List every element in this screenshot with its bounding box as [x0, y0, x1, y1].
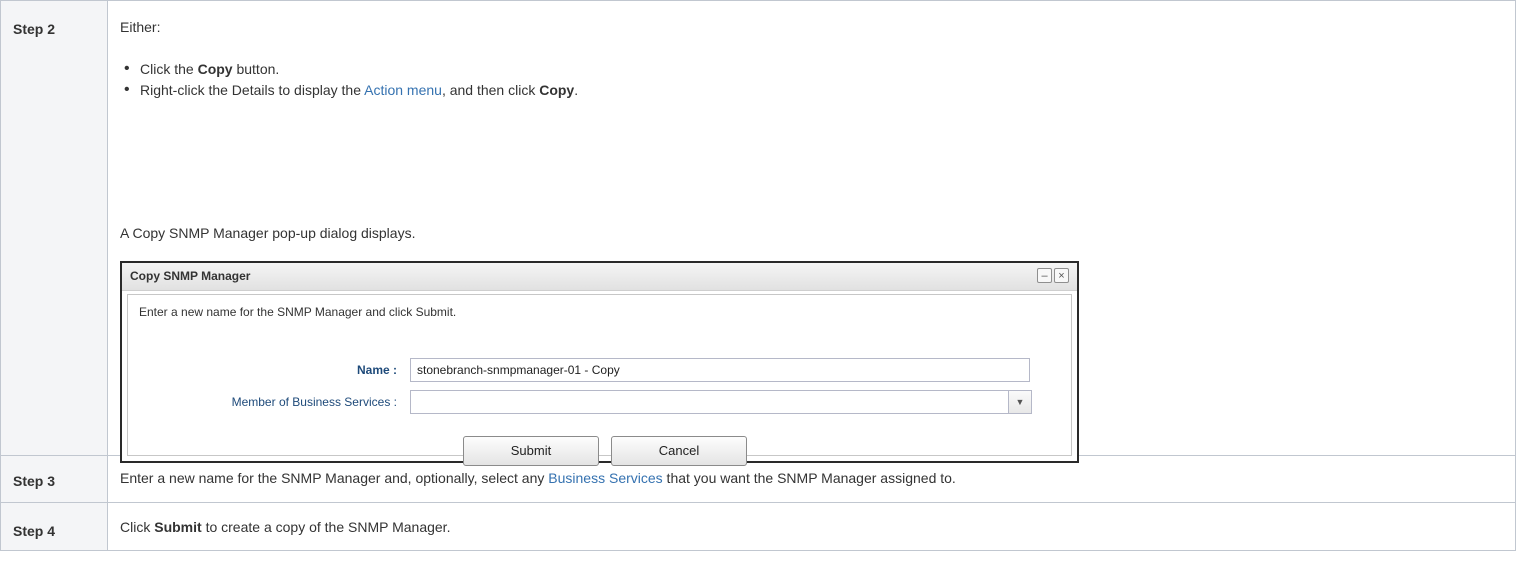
list-item: Click the Copy button. [124, 58, 578, 80]
bullet-text: Click the [140, 61, 198, 77]
chevron-down-icon[interactable]: ▼ [1008, 391, 1031, 413]
member-of-business-services-label: Member of Business Services : [231, 395, 397, 409]
dialog-window-controls: – × [1037, 268, 1069, 283]
bullet-text: button. [232, 61, 280, 77]
step-text-part: that you want the SNMP Manager assigned … [662, 470, 956, 486]
bullet-bold-text: Copy [539, 82, 575, 98]
step-body: Click Submit to create a copy of the SNM… [107, 502, 1516, 551]
dialog-instruction: Enter a new name for the SNMP Manager an… [139, 305, 457, 319]
step-label: Step 4 [0, 502, 108, 551]
step-bullet-list: Click the Copy button. Right-click the D… [120, 58, 579, 101]
copy-dialog-screenshot: Copy SNMP Manager – × Enter a new name f… [120, 261, 1079, 466]
step-lead-text: Either: [120, 19, 161, 35]
step-body: Either: Click the Copy button. Right-cli… [107, 0, 1516, 466]
steps-table: Step 2 Either: Click the Copy button. Ri… [0, 0, 1516, 551]
name-label: Name : [356, 363, 397, 377]
dialog-header: Copy SNMP Manager – × [122, 263, 1077, 291]
step-text-part: to create a copy of the SNMP Manager. [201, 519, 451, 535]
bullet-bold-text: Copy [197, 61, 233, 77]
bullet-text: Right-click the Details to display the [140, 82, 365, 98]
step-row: Step 2 Either: Click the Copy button. Ri… [0, 0, 1516, 466]
member-of-business-services-select[interactable]: ▼ [410, 390, 1032, 414]
action-menu-link[interactable]: Action menu [364, 82, 442, 98]
bullet-text: . [574, 82, 579, 98]
close-icon[interactable]: × [1054, 268, 1069, 283]
dialog-title: Copy SNMP Manager [130, 269, 251, 283]
step-row: Step 3 Enter a new name for the SNMP Man… [0, 455, 1516, 503]
step-bold-text: Submit [154, 519, 202, 535]
dialog-body: Enter a new name for the SNMP Manager an… [127, 294, 1072, 466]
step-label: Step 2 [0, 0, 108, 456]
step-text: Enter a new name for the SNMP Manager an… [120, 470, 956, 486]
step-row: Step 4 Click Submit to create a copy of … [0, 502, 1516, 551]
list-item: Right-click the Details to display the A… [124, 79, 579, 101]
minimize-icon[interactable]: – [1037, 268, 1052, 283]
step-text: Click Submit to create a copy of the SNM… [120, 519, 450, 535]
business-services-link[interactable]: Business Services [548, 470, 662, 486]
bullet-text: , and then click [441, 82, 540, 98]
step-text-part: Click [120, 519, 155, 535]
step-label: Step 3 [0, 455, 108, 503]
step-text-part: Enter a new name for the SNMP Manager an… [120, 470, 549, 486]
name-input[interactable]: stonebranch-snmpmanager-01 - Copy [410, 358, 1030, 382]
step-body: Enter a new name for the SNMP Manager an… [107, 455, 1516, 503]
dialog-note-text: A Copy SNMP Manager pop-up dialog displa… [120, 225, 416, 241]
